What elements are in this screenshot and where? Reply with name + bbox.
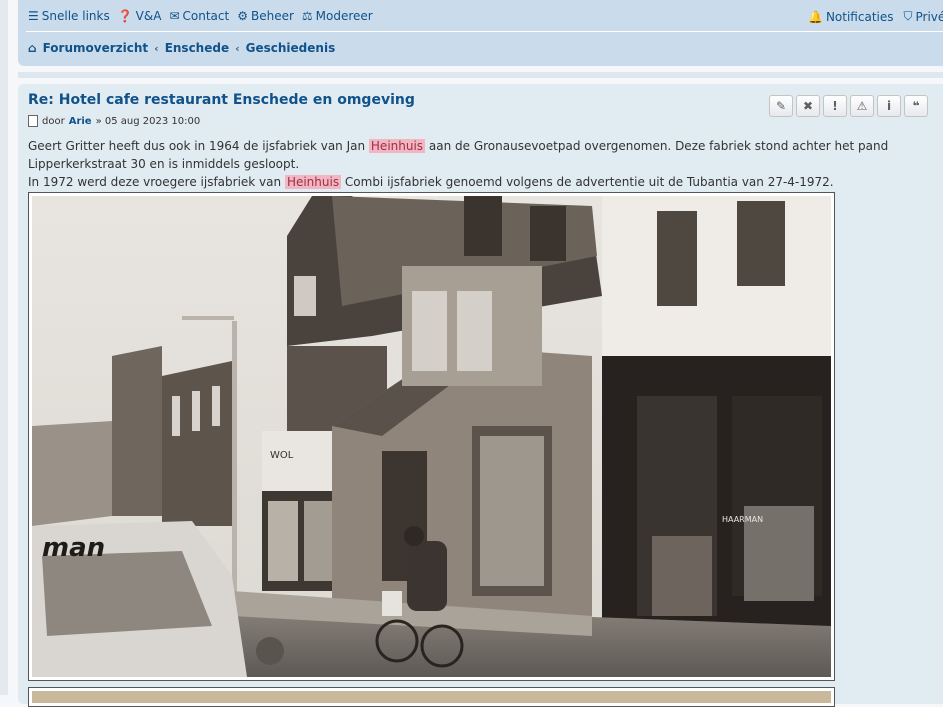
contact-link[interactable]: ✉Contact <box>169 9 229 23</box>
post-icon[interactable] <box>28 115 38 127</box>
divider-strip <box>18 72 943 78</box>
nav-divider <box>26 31 943 32</box>
menu-icon: ☰ <box>28 9 39 23</box>
pencil-icon: ✎ <box>776 99 786 113</box>
search-highlight: Heinhuis <box>285 175 341 189</box>
store-sign: WOL <box>270 450 294 461</box>
quote-button[interactable]: ❝ <box>904 95 928 117</box>
post-image[interactable]: WOL HAARMAN <box>28 192 835 681</box>
notifications-link[interactable]: 🔔Notificaties <box>808 9 894 24</box>
author-link[interactable]: Arie <box>69 116 92 127</box>
quick-links-link[interactable]: ☰Snelle links <box>28 9 110 23</box>
post-content: Geert Gritter heeft dus ook in 1964 de i… <box>28 137 908 191</box>
edit-button[interactable]: ✎ <box>769 95 793 117</box>
second-photo <box>32 691 831 703</box>
navbar: ☰Snelle links ❓V&A ✉Contact ⚙Beheer ⚖Mod… <box>18 0 943 66</box>
street-photo: WOL HAARMAN <box>32 196 831 677</box>
breadcrumb-geschiedenis[interactable]: Geschiedenis <box>246 41 336 55</box>
left-gutter <box>0 0 8 695</box>
moderate-link[interactable]: ⚖Modereer <box>302 9 373 23</box>
chevron-left-icon: ‹ <box>235 42 240 55</box>
exclamation-icon: ! <box>832 99 837 113</box>
private-messages-link[interactable]: ⛉Privéb <box>904 9 943 24</box>
chevron-left-icon: ‹ <box>154 42 159 55</box>
warn-button[interactable]: ⚠ <box>850 95 874 117</box>
search-highlight: Heinhuis <box>369 139 425 153</box>
post-meta: door Arie » 05 aug 2023 10:00 <box>28 115 200 127</box>
admin-link[interactable]: ⚙Beheer <box>237 9 294 23</box>
bell-icon: 🔔 <box>808 10 823 24</box>
info-icon: i <box>887 99 891 113</box>
delete-button[interactable]: ✖ <box>796 95 820 117</box>
post-title[interactable]: Re: Hotel cafe restaurant Enschede en om… <box>28 92 415 108</box>
inbox-icon: ⛉ <box>904 9 913 24</box>
question-icon: ❓ <box>118 9 133 23</box>
post-date: » 05 aug 2023 10:00 <box>96 116 201 127</box>
post-image-2[interactable] <box>28 687 835 707</box>
gavel-icon: ⚖ <box>302 9 313 23</box>
breadcrumb-enschede[interactable]: Enschede <box>165 41 229 55</box>
envelope-icon: ✉ <box>169 9 179 23</box>
faq-link[interactable]: ❓V&A <box>118 9 162 23</box>
breadcrumb-forum-index[interactable]: Forumoverzicht <box>43 41 149 55</box>
post: Re: Hotel cafe restaurant Enschede en om… <box>18 84 943 704</box>
info-button[interactable]: i <box>877 95 901 117</box>
nav-user-links: 🔔Notificaties ⛉Privéb <box>808 9 943 24</box>
home-icon: ⌂ <box>28 41 37 55</box>
quote-icon: ❝ <box>912 99 919 113</box>
post-buttons: ✎ ✖ ! ⚠ i ❝ <box>769 95 928 117</box>
report-button[interactable]: ! <box>823 95 847 117</box>
close-icon: ✖ <box>803 99 813 113</box>
shop-sign: HAARMAN <box>722 515 763 524</box>
warning-icon: ⚠ <box>857 99 868 113</box>
van-logo-text: man <box>42 533 105 563</box>
nav-links: ☰Snelle links ❓V&A ✉Contact ⚙Beheer ⚖Mod… <box>28 9 373 23</box>
breadcrumb: ⌂ Forumoverzicht ‹ Enschede ‹ Geschieden… <box>28 41 335 55</box>
gears-icon: ⚙ <box>237 9 248 23</box>
